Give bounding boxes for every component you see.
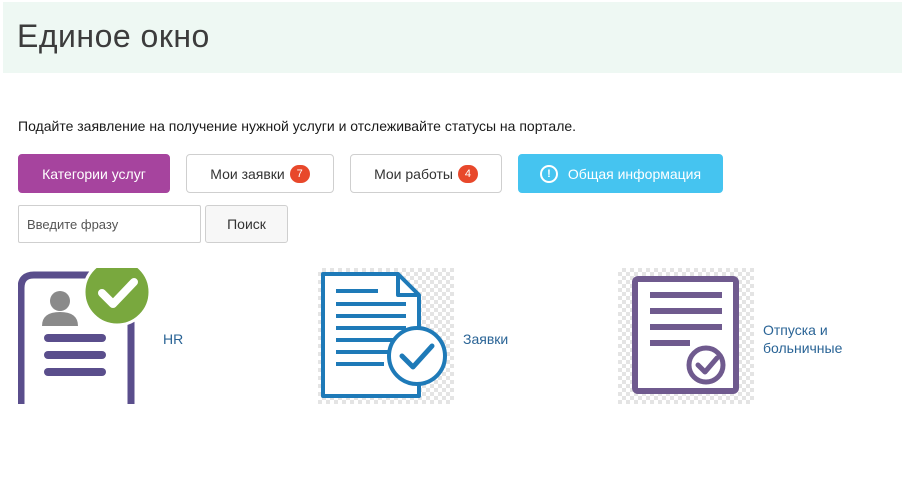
tile-vacation-label[interactable]: Отпуска и больничные [763, 321, 842, 357]
my-requests-button[interactable]: Мои заявки 7 [186, 154, 334, 193]
tile-hr-label[interactable]: HR [163, 330, 183, 348]
hr-profile-check-icon[interactable] [18, 268, 154, 404]
service-categories-label: Категории услуг [42, 165, 146, 182]
my-works-button[interactable]: Мои работы 4 [350, 154, 502, 193]
page-header: Единое окно [3, 2, 902, 73]
search-button[interactable]: Поиск [205, 205, 288, 243]
my-requests-label: Мои заявки [210, 165, 285, 182]
my-works-count-badge: 4 [457, 164, 478, 183]
tile-vacation-label-line1: Отпуска и [763, 322, 828, 338]
tile-vacation-label-line2: больничные [763, 340, 843, 356]
vacation-document-check-icon[interactable] [618, 268, 754, 404]
search-button-label: Поиск [227, 216, 266, 232]
search-input[interactable] [18, 205, 201, 243]
general-info-label: Общая информация [567, 165, 702, 182]
page-title: Единое окно [17, 18, 210, 54]
document-check-icon[interactable] [318, 268, 454, 404]
tile-requests-label[interactable]: Заявки [463, 330, 508, 348]
my-requests-count-badge: 7 [289, 164, 310, 183]
exclamation-circle-icon: ! [539, 164, 558, 183]
my-works-label: Мои работы [374, 165, 453, 182]
general-info-button[interactable]: ! Общая информация [518, 154, 723, 193]
service-categories-button[interactable]: Категории услуг [18, 154, 170, 193]
intro-text: Подайте заявление на получение нужной ус… [18, 118, 577, 134]
